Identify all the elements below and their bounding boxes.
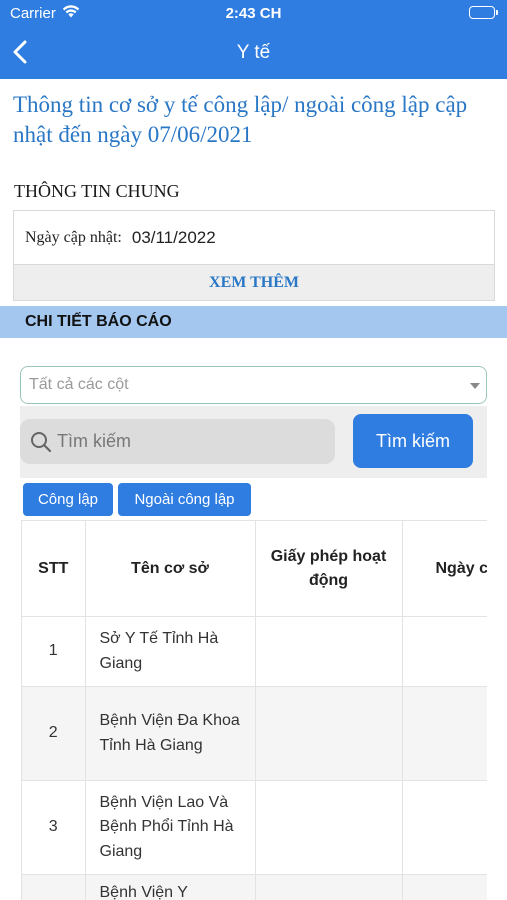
cell-name: Bệnh Viện Đa Khoa Tỉnh Hà Giang (85, 686, 256, 781)
tab-private[interactable]: Ngoài công lập (118, 483, 251, 516)
updated-row: Ngày cập nhật: 03/11/2022 (14, 211, 494, 264)
search-placeholder: Tìm kiếm (57, 431, 131, 451)
cell-date (402, 616, 487, 687)
column-select[interactable]: Tất cả các cột (20, 366, 487, 404)
page-title: Y tế (236, 42, 271, 63)
table-header-row: STT Tên cơ sở Giấy phép hoạt động Ngày c (22, 520, 487, 617)
updated-label: Ngày cập nhật: (25, 228, 122, 246)
caret-down-icon (470, 383, 480, 389)
column-select-value: Tất cả các cột (29, 376, 129, 393)
cell-name: Bệnh Viện Lao Và Bệnh Phổi Tỉnh Hà Giang (85, 780, 256, 875)
cell-stt: 1 (22, 616, 86, 687)
search-input[interactable]: Tìm kiếm (20, 419, 335, 464)
search-icon (31, 432, 52, 453)
battery-icon (469, 6, 498, 19)
cell-name: Sở Y Tế Tỉnh Hà Giang (85, 616, 256, 687)
header-name: Tên cơ sở (85, 520, 256, 617)
updated-value: 03/11/2022 (131, 227, 216, 247)
headline: Thông tin cơ sở y tế công lập/ ngoài côn… (13, 92, 468, 147)
cell-name: Bệnh Viện Y (85, 874, 256, 900)
status-bar: Carrier 2:43 CH (0, 0, 507, 28)
tab-public[interactable]: Công lập (23, 483, 113, 516)
search-button[interactable]: Tìm kiếm (353, 414, 473, 468)
cell-stt (22, 874, 86, 900)
cell-license (255, 874, 403, 900)
cell-date (402, 780, 487, 875)
cell-license (255, 686, 403, 781)
general-info-box: Ngày cập nhật: 03/11/2022 XEM THÊM (13, 210, 495, 301)
see-more-button[interactable]: XEM THÊM (14, 264, 494, 300)
cell-stt: 3 (22, 780, 86, 875)
report-header: CHI TIẾT BÁO CÁO (0, 306, 507, 338)
table-row[interactable]: Bệnh Viện Y (22, 874, 487, 900)
cell-date (402, 874, 487, 900)
report-title: CHI TIẾT BÁO CÁO (25, 313, 172, 330)
cell-date (402, 686, 487, 781)
table-row[interactable]: 3 Bệnh Viện Lao Và Bệnh Phổi Tỉnh Hà Gia… (22, 780, 487, 875)
cell-license (255, 780, 403, 875)
table-row[interactable]: 2 Bệnh Viện Đa Khoa Tỉnh Hà Giang (22, 686, 487, 781)
table-row[interactable]: 1 Sở Y Tế Tỉnh Hà Giang (22, 616, 487, 687)
navigation-bar: Y tế (0, 28, 507, 79)
search-panel: Tìm kiếm Tìm kiếm (20, 406, 487, 478)
header-license: Giấy phép hoạt động (255, 520, 403, 617)
general-info-title: THÔNG TIN CHUNG (14, 181, 180, 201)
clock: 2:43 CH (225, 5, 282, 22)
header-stt: STT (22, 520, 86, 617)
cell-stt: 2 (22, 686, 86, 781)
cell-license (255, 616, 403, 687)
facility-table[interactable]: STT Tên cơ sở Giấy phép hoạt động Ngày c… (21, 520, 487, 900)
header-date: Ngày c (402, 520, 487, 617)
